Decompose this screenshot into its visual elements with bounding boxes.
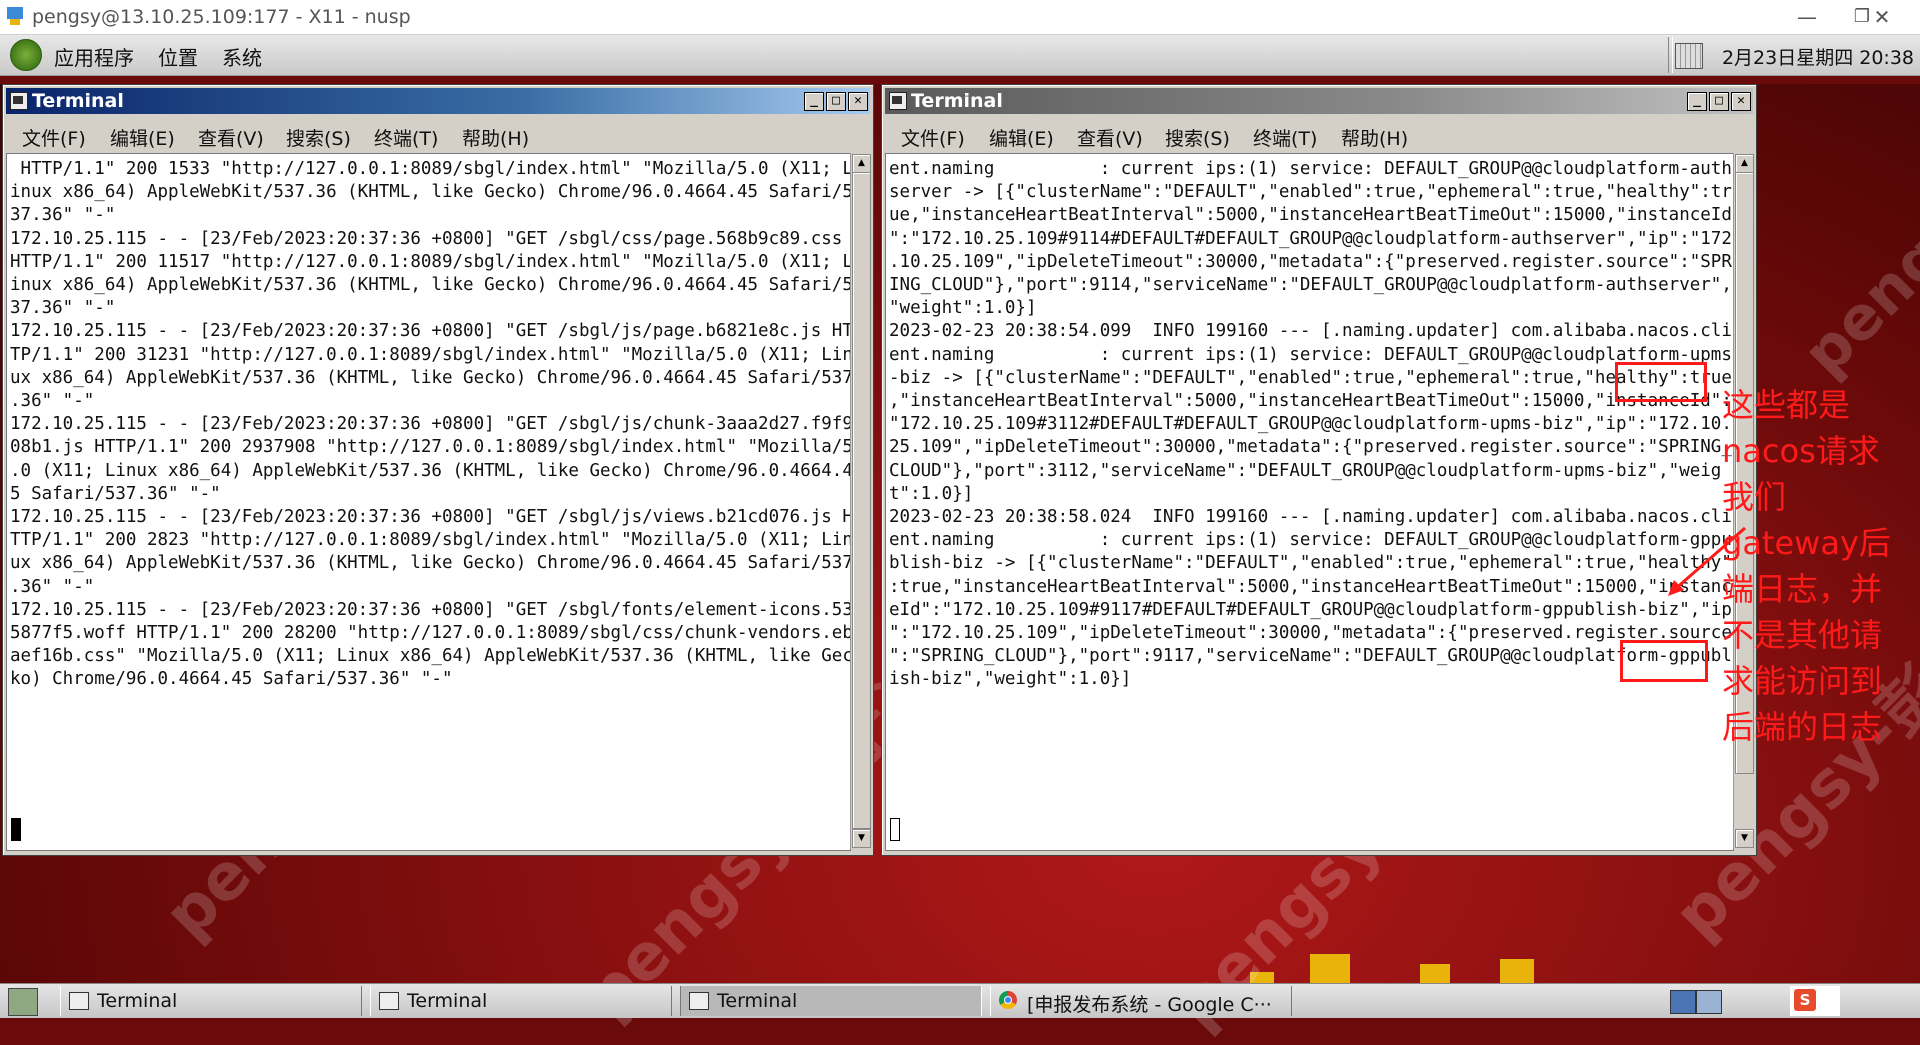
- terminal-icon: [379, 992, 399, 1010]
- terminal-titlebar[interactable]: Terminal _ □ ✕: [6, 88, 870, 114]
- remote-window-title: pengsy@13.10.25.109:177 - X11 - nusp: [32, 6, 411, 28]
- menu-terminal[interactable]: 终端(T): [374, 124, 438, 151]
- menu-search[interactable]: 搜索(S): [1165, 124, 1230, 151]
- terminal-icon: [889, 92, 907, 110]
- terminal-title: Terminal: [911, 90, 1003, 112]
- annotation-line: gateway后: [1722, 524, 1891, 562]
- taskbar-button-chrome[interactable]: [申报发布系统 - Google C···: [990, 986, 1292, 1016]
- terminal-window-right[interactable]: Terminal _ □ ✕ 文件(F) 编辑(E) 查看(V) 搜索(S) 终…: [881, 84, 1757, 856]
- vertical-scrollbar[interactable]: ▲ ▼: [850, 153, 871, 849]
- menu-system[interactable]: 系统: [222, 42, 262, 71]
- menu-view[interactable]: 查看(V): [1077, 124, 1143, 151]
- sogou-ime-icon[interactable]: S: [1794, 989, 1816, 1011]
- annotation-line: 后端的日志: [1722, 708, 1883, 746]
- scrollbar-thumb[interactable]: [852, 172, 871, 829]
- terminal-icon: [69, 992, 89, 1010]
- highlight-box-nacos: [1620, 640, 1708, 682]
- terminal-titlebar[interactable]: Terminal _ □ ✕: [885, 88, 1753, 114]
- taskbar-button-terminal[interactable]: Terminal: [370, 986, 672, 1016]
- top-panel: 应用程序 位置 系统 2月23日星期四 20:38: [0, 35, 1920, 76]
- wallpaper-block: [1310, 954, 1350, 984]
- scroll-down-icon[interactable]: ▼: [852, 829, 871, 848]
- annotation-text: 这些都是 nacos请求 我们 gateway后 端日志，并 不是其他请 求能访…: [1722, 382, 1920, 750]
- close-icon[interactable]: ✕: [1731, 92, 1751, 111]
- terminal-icon: [689, 992, 709, 1010]
- menu-file[interactable]: 文件(F): [22, 124, 86, 151]
- menu-places[interactable]: 位置: [158, 42, 198, 71]
- menu-edit[interactable]: 编辑(E): [989, 124, 1054, 151]
- taskbar-label: Terminal: [717, 990, 798, 1012]
- gnome-foot-icon[interactable]: [10, 39, 42, 71]
- annotation-line: 求能访问到: [1722, 662, 1883, 700]
- scroll-up-icon[interactable]: ▲: [852, 154, 871, 173]
- terminal-log-text: ent.naming : current ips:(1) service: DE…: [889, 159, 1732, 690]
- taskbar-label: Terminal: [407, 990, 488, 1012]
- close-icon[interactable]: ✕: [1862, 4, 1902, 30]
- taskbar-button-terminal[interactable]: Terminal: [680, 986, 982, 1016]
- annotation-line: 端日志，并: [1722, 570, 1883, 608]
- taskbar-label: Terminal: [97, 990, 178, 1012]
- maximize-icon[interactable]: □: [826, 92, 846, 111]
- scroll-down-icon[interactable]: ▼: [1735, 829, 1754, 848]
- text-cursor: [890, 818, 900, 841]
- workspace-1[interactable]: [1670, 990, 1696, 1014]
- show-desktop-icon[interactable]: [8, 988, 38, 1016]
- menu-applications[interactable]: 应用程序: [54, 42, 134, 71]
- scroll-up-icon[interactable]: ▲: [1735, 154, 1754, 173]
- menu-edit[interactable]: 编辑(E): [110, 124, 175, 151]
- chrome-icon: [999, 991, 1017, 1009]
- menu-view[interactable]: 查看(V): [198, 124, 264, 151]
- annotation-line: 不是其他请: [1722, 616, 1883, 654]
- remote-window-titlebar[interactable]: pengsy@13.10.25.109:177 - X11 - nusp — ❐…: [0, 0, 1920, 35]
- annotation-line: nacos请求: [1722, 432, 1880, 470]
- terminal-output[interactable]: HTTP/1.1" 200 1533 "http://127.0.0.1:808…: [6, 153, 851, 851]
- menu-search[interactable]: 搜索(S): [286, 124, 351, 151]
- terminal-window-left[interactable]: Terminal _ □ ✕ 文件(F) 编辑(E) 查看(V) 搜索(S) 终…: [2, 84, 874, 856]
- terminal-menubar: 文件(F) 编辑(E) 查看(V) 搜索(S) 终端(T) 帮助(H): [885, 117, 1753, 151]
- taskbar-button-terminal[interactable]: Terminal: [60, 986, 362, 1016]
- highlight-box-nacos: [1615, 362, 1707, 402]
- text-cursor: [11, 818, 21, 841]
- menu-file[interactable]: 文件(F): [901, 124, 965, 151]
- menu-help[interactable]: 帮助(H): [1341, 124, 1408, 151]
- x11-app-icon: [7, 7, 23, 25]
- workspace-2[interactable]: [1696, 990, 1722, 1014]
- keyboard-icon: [1675, 43, 1703, 69]
- taskbar-label: [申报发布系统 - Google C···: [1027, 994, 1272, 1016]
- minimize-icon[interactable]: —: [1787, 4, 1827, 30]
- terminal-title: Terminal: [32, 90, 124, 112]
- annotation-line: 这些都是: [1722, 386, 1851, 424]
- menu-terminal[interactable]: 终端(T): [1253, 124, 1317, 151]
- terminal-menubar: 文件(F) 编辑(E) 查看(V) 搜索(S) 终端(T) 帮助(H): [6, 117, 870, 151]
- close-icon[interactable]: ✕: [848, 92, 868, 111]
- maximize-icon[interactable]: □: [1709, 92, 1729, 111]
- bottom-taskbar: Terminal Terminal Terminal [申报发布系统 - Goo…: [0, 983, 1920, 1018]
- panel-separator: [1668, 37, 1673, 73]
- menu-help[interactable]: 帮助(H): [462, 124, 529, 151]
- terminal-log-text: HTTP/1.1" 200 1533 "http://127.0.0.1:808…: [10, 159, 851, 690]
- clock[interactable]: 2月23日星期四 20:38: [1722, 43, 1914, 70]
- annotation-line: 我们: [1722, 478, 1787, 516]
- minimize-icon[interactable]: _: [1687, 92, 1707, 111]
- minimize-icon[interactable]: _: [804, 92, 824, 111]
- terminal-output[interactable]: ent.naming : current ips:(1) service: DE…: [885, 153, 1734, 851]
- terminal-icon: [10, 92, 28, 110]
